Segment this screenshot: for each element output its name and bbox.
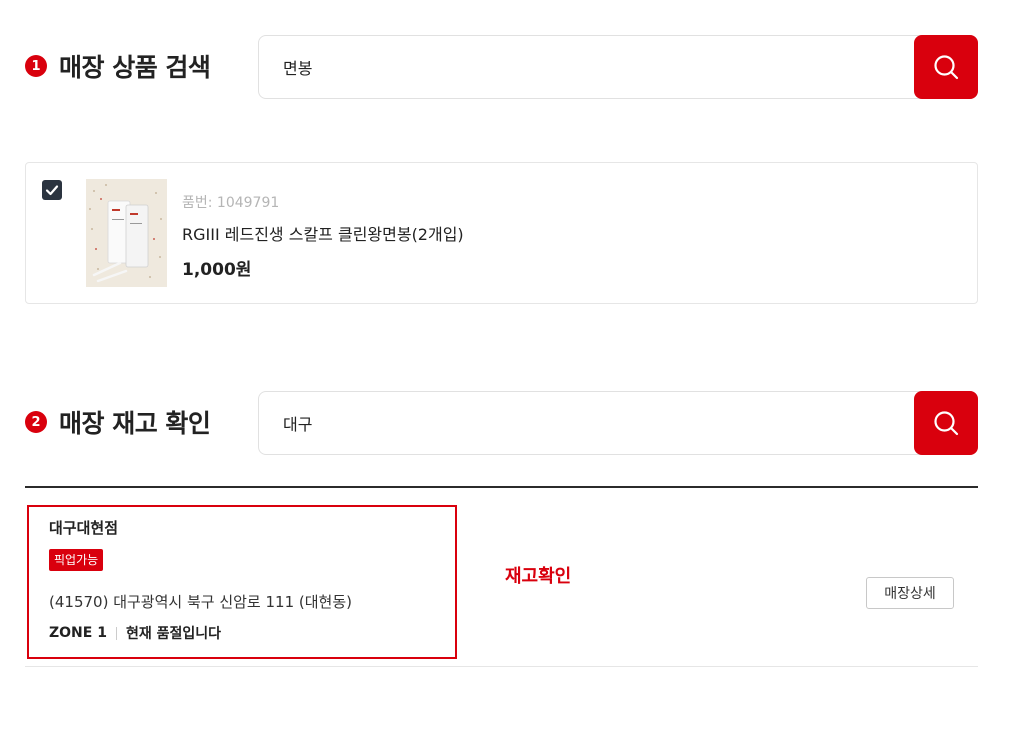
stock-status-text: 현재 품절입니다 — [125, 626, 221, 642]
step-number-badge: 1 — [25, 55, 47, 77]
product-result-card[interactable]: 품번: 1049791 RGIII 레드진생 스칼프 클린왕면봉(2개입) 1,… — [25, 162, 978, 304]
product-search-box — [258, 35, 978, 99]
search-icon — [934, 411, 959, 436]
zone-label: ZONE 1 — [49, 625, 107, 641]
step-number-badge: 2 — [25, 411, 47, 433]
store-name: 대구대현점 — [49, 519, 119, 537]
status-divider — [115, 626, 117, 640]
product-name[interactable]: RGIII 레드진생 스칼프 클린왕면봉(2개입) — [182, 221, 464, 245]
product-search-button[interactable] — [914, 35, 978, 99]
search-icon — [934, 55, 959, 80]
check-icon — [45, 185, 59, 196]
product-select-checkbox[interactable] — [42, 180, 62, 200]
product-search-title: 매장 상품 검색 — [59, 53, 211, 82]
store-detail-button[interactable]: 매장상세 — [866, 577, 954, 609]
product-price: 1,000원 — [182, 260, 252, 280]
store-search-input[interactable] — [259, 392, 915, 454]
product-image — [86, 179, 167, 287]
product-search-header: 1 매장 상품 검색 — [25, 48, 211, 84]
pickup-available-badge: 픽업가능 — [49, 549, 104, 571]
store-stock-status: ZONE 1 현재 품절입니다 — [49, 623, 221, 643]
store-address: (41570) 대구광역시 북구 신암로 111 (대현동) — [49, 593, 352, 611]
results-top-divider — [25, 486, 978, 488]
store-search-button[interactable] — [914, 391, 978, 455]
product-code: 품번: 1049791 — [182, 195, 280, 211]
stock-check-header: 2 매장 재고 확인 — [25, 404, 211, 440]
product-search-input[interactable] — [259, 36, 915, 98]
stock-check-title: 매장 재고 확인 — [59, 409, 211, 438]
stock-check-annotation: 재고확인 — [505, 566, 572, 587]
results-bottom-divider — [25, 666, 978, 667]
store-info-highlight: 대구대현점 픽업가능 (41570) 대구광역시 북구 신암로 111 (대현동… — [27, 505, 457, 659]
store-search-box — [258, 391, 978, 455]
